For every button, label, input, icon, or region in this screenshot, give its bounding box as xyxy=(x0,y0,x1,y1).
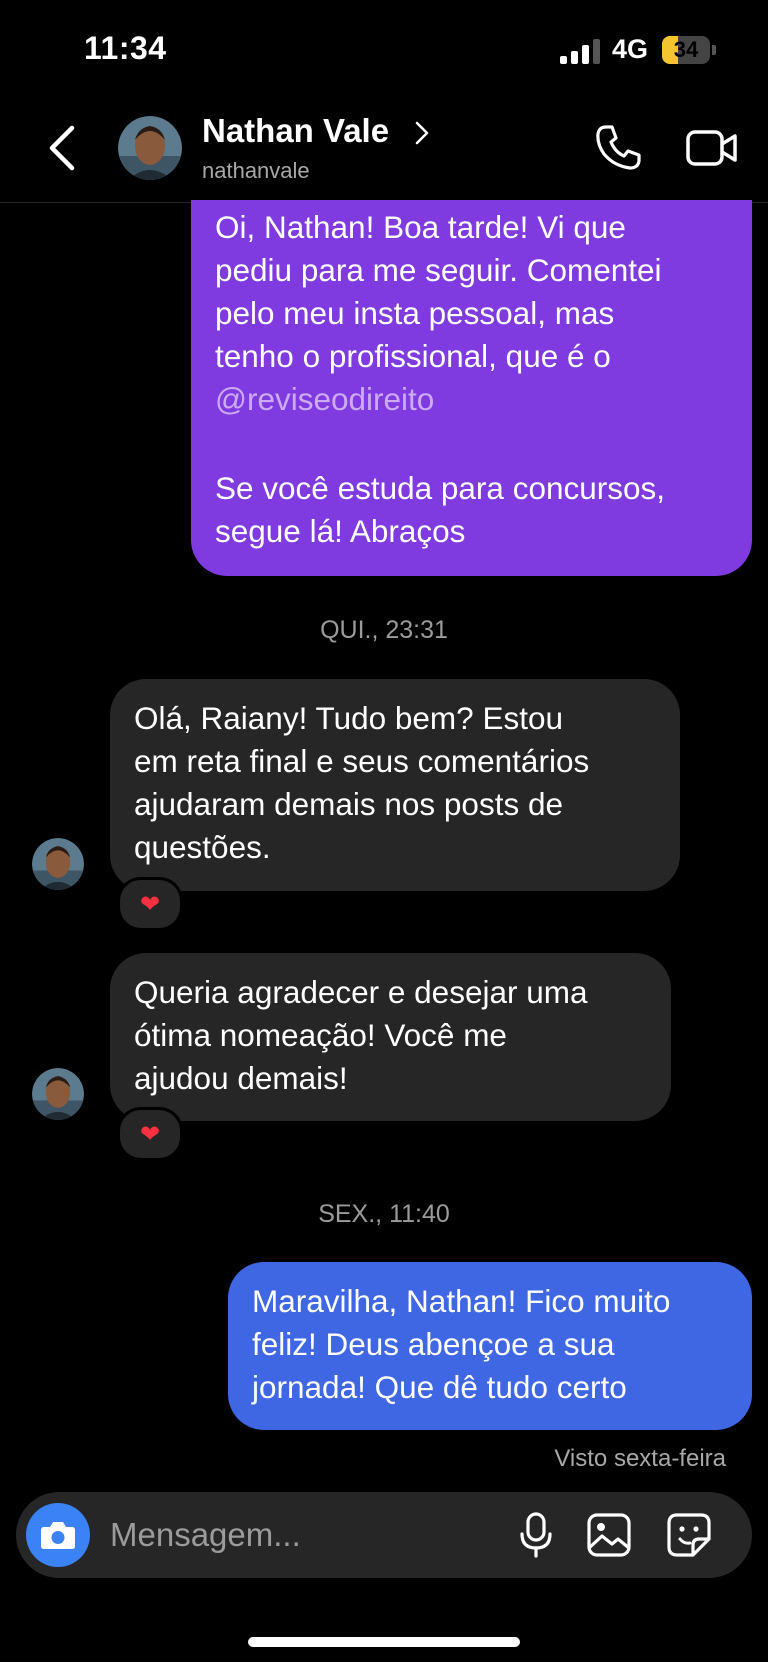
contact-name[interactable]: Nathan Vale xyxy=(202,112,389,150)
back-arrow-icon[interactable] xyxy=(44,122,80,174)
reaction[interactable]: ❤ xyxy=(117,877,183,931)
heart-icon: ❤ xyxy=(139,890,161,918)
sticker-icon[interactable] xyxy=(666,1512,712,1558)
battery-icon: 34 xyxy=(662,36,710,64)
battery-level: 34 xyxy=(673,37,699,62)
sender-avatar[interactable] xyxy=(32,838,84,890)
message-line: Olá, Raiany! Tudo bem? Estou xyxy=(134,700,563,736)
battery-cap xyxy=(712,45,716,55)
message-line: feliz! Deus abençoe a sua xyxy=(252,1326,615,1362)
phone-icon[interactable] xyxy=(592,122,644,174)
message-line: segue lá! Abraços xyxy=(215,513,466,549)
message-line: Se você estuda para concursos, xyxy=(215,470,666,506)
message-text: Maravilha, Nathan! Fico muito feliz! Deu… xyxy=(252,1280,742,1409)
camera-icon xyxy=(41,1522,75,1549)
message-line: jornada! Que dê tudo certo xyxy=(252,1369,627,1405)
gallery-icon[interactable] xyxy=(586,1512,632,1558)
sender-avatar[interactable] xyxy=(32,1068,84,1120)
status-time: 11:34 xyxy=(84,30,167,66)
message-line: ótima nomeação! Você me xyxy=(134,1017,507,1053)
message-line: Queria agradecer e desejar uma xyxy=(134,974,588,1010)
chevron-right-icon[interactable] xyxy=(414,120,430,146)
contact-username: nathanvale xyxy=(202,158,310,183)
mention-link[interactable]: @reviseodireito xyxy=(215,378,735,421)
message-line: tenho o profissional, que é o xyxy=(215,338,611,374)
timestamp: QUI., 23:31 xyxy=(320,616,448,644)
outgoing-message[interactable]: Maravilha, Nathan! Fico muito feliz! Deu… xyxy=(228,1262,752,1430)
message-text: Oi, Nathan! Boa tarde! Vi que pediu para… xyxy=(215,206,735,553)
message-line: questões. xyxy=(134,829,271,865)
outgoing-message[interactable]: Oi, Nathan! Boa tarde! Vi que pediu para… xyxy=(191,200,752,576)
camera-button[interactable] xyxy=(26,1503,90,1567)
heart-icon: ❤ xyxy=(139,1120,161,1148)
home-indicator xyxy=(248,1637,520,1647)
message-line: Maravilha, Nathan! Fico muito xyxy=(252,1283,671,1319)
incoming-message[interactable]: Queria agradecer e desejar uma ótima nom… xyxy=(110,953,671,1121)
message-line: em reta final e seus comentários xyxy=(134,743,590,779)
message-line: pediu para me seguir. Comentei xyxy=(215,252,662,288)
message-line: ajudaram demais nos posts de xyxy=(134,786,563,822)
message-line: pelo meu insta pessoal, mas xyxy=(215,295,615,331)
avatar[interactable] xyxy=(118,116,182,180)
reaction[interactable]: ❤ xyxy=(117,1107,183,1161)
incoming-message[interactable]: Olá, Raiany! Tudo bem? Estou em reta fin… xyxy=(110,679,680,891)
signal-strength-icon xyxy=(560,38,602,64)
message-text: Queria agradecer e desejar uma ótima nom… xyxy=(134,971,588,1100)
timestamp: SEX., 11:40 xyxy=(318,1200,450,1228)
message-line: Oi, Nathan! Boa tarde! Vi que xyxy=(215,209,626,245)
message-text: Olá, Raiany! Tudo bem? Estou em reta fin… xyxy=(134,697,589,869)
seen-status: Visto sexta-feira xyxy=(554,1445,726,1472)
microphone-icon[interactable] xyxy=(518,1512,554,1558)
message-input[interactable]: Mensagem... xyxy=(110,1516,301,1554)
message-line: ajudou demais! xyxy=(134,1060,348,1096)
video-camera-icon[interactable] xyxy=(686,126,738,170)
network-type: 4G xyxy=(612,34,649,64)
